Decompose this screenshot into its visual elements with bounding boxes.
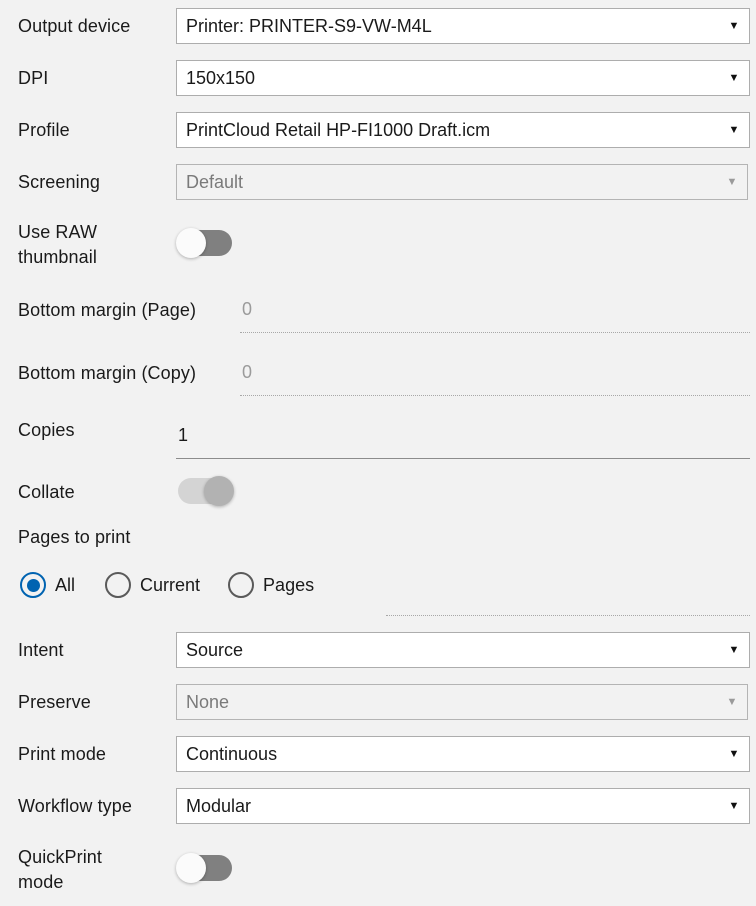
radio-mark-icon: [20, 572, 46, 598]
dropdown-profile[interactable]: PrintCloud Retail HP-FI1000 Draft.icm ▼: [176, 112, 750, 148]
dropdown-print-mode[interactable]: Continuous ▼: [176, 736, 750, 772]
label-workflow-type: Workflow type: [18, 796, 133, 816]
dropdown-preserve[interactable]: None ▼: [176, 684, 748, 720]
radio-pages-label: Pages: [263, 574, 315, 595]
radio-mark-icon: [105, 572, 132, 598]
radio-mark-icon: [228, 572, 255, 598]
label-output-device: Output device: [18, 16, 131, 36]
label-pages-to-print: Pages to print: [18, 527, 131, 547]
label-collate: Collate: [18, 482, 75, 502]
print-settings-panel: Output device Printer: PRINTER-S9-VW-M4L…: [0, 0, 756, 906]
dropdown-dpi-value: 150x150: [186, 68, 256, 88]
chevron-down-icon: ▼: [728, 748, 740, 760]
dropdown-intent[interactable]: Source ▼: [176, 632, 750, 668]
radio-all[interactable]: All: [20, 572, 75, 598]
label-print-mode: Print mode: [18, 744, 107, 764]
label-profile: Profile: [18, 120, 70, 140]
radio-current[interactable]: Current: [105, 572, 200, 598]
chevron-down-icon: ▼: [726, 176, 738, 188]
dropdown-screening-value: Default: [186, 172, 244, 192]
dropdown-output-device[interactable]: Printer: PRINTER-S9-VW-M4L ▼: [176, 8, 750, 44]
label-quickprint-mode: QuickPrint mode: [18, 847, 103, 892]
radio-current-label: Current: [140, 574, 201, 595]
input-bottom-margin-page[interactable]: 0: [240, 295, 750, 333]
label-bottom-margin-copy: Bottom margin (Copy): [18, 363, 197, 383]
chevron-down-icon: ▼: [728, 20, 740, 32]
label-bottom-margin-page: Bottom margin (Page): [18, 300, 197, 320]
chevron-down-icon: ▼: [728, 644, 740, 656]
input-copies-value: 1: [178, 425, 189, 445]
toggle-quickprint-mode[interactable]: [176, 853, 232, 883]
chevron-down-icon: ▼: [728, 124, 740, 136]
input-underline: [176, 458, 750, 459]
label-intent: Intent: [18, 640, 64, 660]
input-bottom-margin-page-value: 0: [242, 299, 253, 319]
toggle-knob: [204, 476, 234, 506]
input-underline: [240, 332, 750, 333]
radio-group-pages-to-print: All Current Pages: [20, 572, 314, 598]
dropdown-workflow-type-value: Modular: [186, 796, 252, 816]
chevron-down-icon: ▼: [728, 800, 740, 812]
input-pages-range[interactable]: [386, 578, 750, 616]
toggle-knob: [176, 228, 206, 258]
input-bottom-margin-copy[interactable]: 0: [240, 358, 750, 396]
input-copies[interactable]: 1: [176, 421, 750, 459]
dropdown-screening[interactable]: Default ▼: [176, 164, 748, 200]
input-bottom-margin-copy-value: 0: [242, 362, 253, 382]
chevron-down-icon: ▼: [726, 696, 738, 708]
toggle-collate[interactable]: [178, 476, 234, 506]
toggle-use-raw-thumbnail[interactable]: [176, 228, 232, 258]
dropdown-workflow-type[interactable]: Modular ▼: [176, 788, 750, 824]
label-copies: Copies: [18, 420, 75, 440]
input-underline: [386, 615, 750, 616]
label-use-raw-thumbnail: Use RAW thumbnail: [18, 222, 98, 267]
dropdown-print-mode-value: Continuous: [186, 744, 278, 764]
chevron-down-icon: ▼: [728, 72, 740, 84]
input-underline: [240, 395, 750, 396]
dropdown-intent-value: Source: [186, 640, 244, 660]
radio-pages[interactable]: Pages: [228, 572, 314, 598]
radio-all-label: All: [55, 574, 76, 595]
dropdown-output-device-value: Printer: PRINTER-S9-VW-M4L: [186, 16, 432, 36]
dropdown-dpi[interactable]: 150x150 ▼: [176, 60, 750, 96]
toggle-knob: [176, 853, 206, 883]
label-screening: Screening: [18, 172, 100, 192]
label-preserve: Preserve: [18, 692, 91, 712]
label-dpi: DPI: [18, 68, 49, 88]
dropdown-profile-value: PrintCloud Retail HP-FI1000 Draft.icm: [186, 120, 491, 140]
dropdown-preserve-value: None: [186, 692, 230, 712]
